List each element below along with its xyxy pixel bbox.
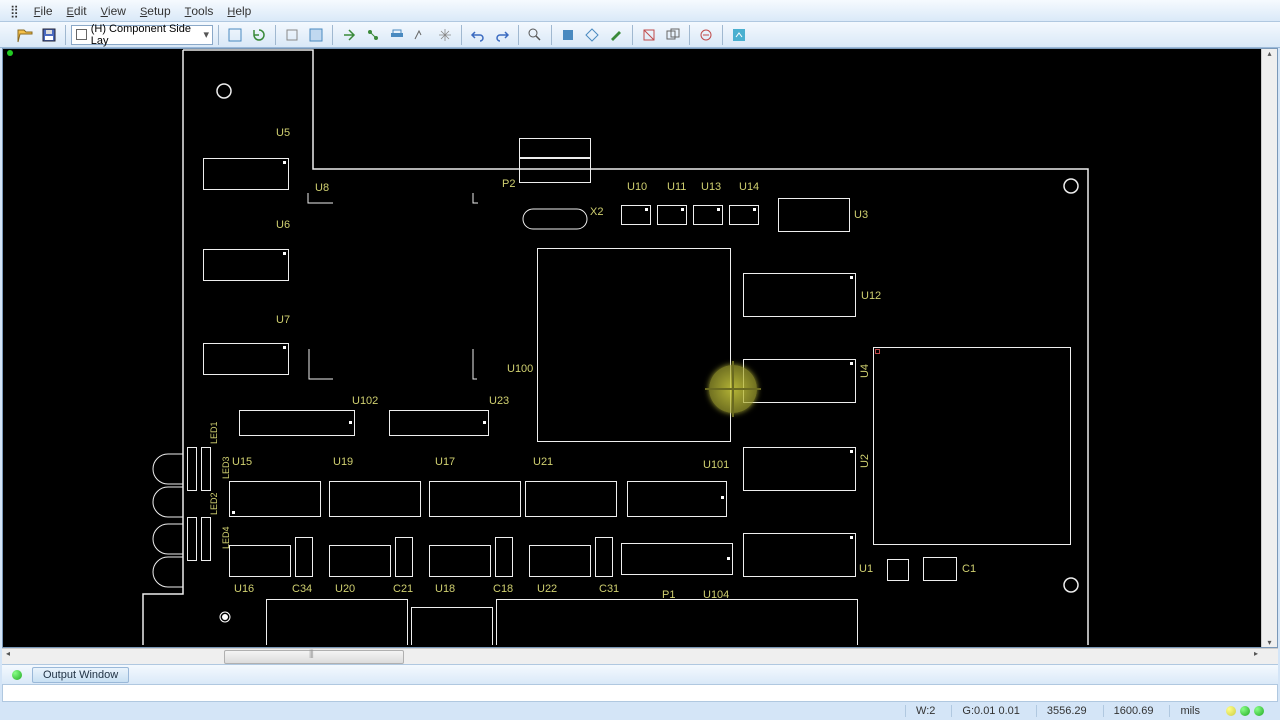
menu-edit[interactable]: Edit [67, 4, 87, 18]
status-grid: G:0.01 0.01 [951, 705, 1030, 717]
horizontal-scrollbar[interactable] [2, 648, 1278, 664]
comp-u12[interactable] [743, 273, 856, 317]
layer-select[interactable]: (H) Component Side Lay [71, 25, 213, 45]
undo-button[interactable] [467, 24, 489, 46]
output-led-icon [12, 670, 22, 680]
toolbar-grip: ⣿ [10, 4, 16, 18]
comp-u18[interactable] [429, 545, 491, 577]
comp-u2[interactable] [743, 447, 856, 491]
pcb-canvas[interactable]: U5 U6 U7 U8 P2 X2 U10 U11 U13 U14 U3 U10… [2, 48, 1278, 648]
open-button[interactable] [14, 24, 36, 46]
tool-btn-12[interactable] [638, 24, 660, 46]
tool-btn-5[interactable] [362, 24, 384, 46]
output-window-bar: Output Window [2, 664, 1278, 684]
comp-c18[interactable] [495, 537, 513, 577]
menubar: ⣿ File Edit View Setup Tools Help [0, 0, 1280, 22]
comp-u7[interactable] [203, 343, 289, 375]
comp-p2b[interactable] [519, 158, 591, 183]
comp-u1[interactable] [887, 559, 909, 581]
comp-u21[interactable] [525, 481, 617, 517]
comp-big[interactable] [873, 347, 1071, 545]
led3-pkg[interactable] [201, 447, 211, 491]
tool-btn-13[interactable] [662, 24, 684, 46]
output-window-button[interactable]: Output Window [32, 667, 129, 683]
pin1-marker [875, 349, 880, 354]
comp-u13[interactable] [693, 205, 723, 225]
comp-c34[interactable] [295, 537, 313, 577]
hscroll-thumb[interactable] [224, 650, 404, 664]
comp-u3[interactable] [778, 198, 850, 232]
comp-u104[interactable] [621, 543, 733, 575]
comp-u102[interactable] [239, 410, 355, 436]
comp-u17[interactable] [429, 481, 521, 517]
tool-btn-2[interactable] [281, 24, 303, 46]
tool-btn-11[interactable] [605, 24, 627, 46]
comp-u6[interactable] [203, 249, 289, 281]
comp-u19[interactable] [329, 481, 421, 517]
tool-btn-3[interactable] [305, 24, 327, 46]
status-y: 1600.69 [1103, 705, 1164, 717]
layer-swatch [76, 29, 87, 40]
tool-btn-4[interactable] [338, 24, 360, 46]
comp-u14[interactable] [729, 205, 759, 225]
toolbar: (H) Component Side Lay [0, 22, 1280, 48]
comp-u5[interactable] [203, 158, 289, 190]
comp-p2a[interactable] [519, 138, 591, 158]
comp-u10[interactable] [621, 205, 651, 225]
tool-btn-9[interactable] [557, 24, 579, 46]
cursor-highlight [709, 365, 757, 413]
status-x: 3556.29 [1036, 705, 1097, 717]
comp-u20[interactable] [329, 545, 391, 577]
menu-setup[interactable]: Setup [140, 4, 171, 18]
comp-u11[interactable] [657, 205, 687, 225]
tool-btn-7[interactable] [410, 24, 432, 46]
command-input[interactable] [2, 684, 1278, 702]
zoom-button[interactable] [524, 24, 546, 46]
status-leds [1216, 706, 1274, 716]
status-units: mils [1169, 705, 1210, 717]
comp-u4[interactable] [743, 359, 856, 403]
comp-c21[interactable] [395, 537, 413, 577]
menu-file[interactable]: File [34, 4, 53, 18]
status-led-1[interactable] [1226, 706, 1236, 716]
led4-pkg[interactable] [201, 517, 211, 561]
comp-u1b[interactable] [743, 533, 856, 577]
tool-btn-8[interactable] [434, 24, 456, 46]
vertical-scrollbar[interactable] [1261, 49, 1277, 647]
comp-u15[interactable] [229, 481, 321, 517]
layer-select-label: (H) Component Side Lay [91, 23, 208, 47]
menu-help[interactable]: Help [227, 4, 251, 18]
tool-btn-15[interactable] [728, 24, 750, 46]
status-width: W:2 [905, 705, 945, 717]
menu-tools[interactable]: Tools [185, 4, 214, 18]
save-button[interactable] [38, 24, 60, 46]
redo-button[interactable] [491, 24, 513, 46]
status-led-3[interactable] [1254, 706, 1264, 716]
tool-btn-1[interactable] [224, 24, 246, 46]
comp-p1b[interactable] [411, 607, 493, 645]
menu-view[interactable]: View [101, 4, 126, 18]
comp-p1c[interactable] [496, 599, 858, 645]
status-led-2[interactable] [1240, 706, 1250, 716]
comp-c31[interactable] [595, 537, 613, 577]
comp-u16[interactable] [229, 545, 291, 577]
comp-c1[interactable] [923, 557, 957, 581]
comp-p1a[interactable] [266, 599, 408, 645]
comp-u23[interactable] [389, 410, 489, 436]
comp-u100[interactable] [537, 248, 731, 442]
tool-btn-10[interactable] [581, 24, 603, 46]
statusbar: W:2 G:0.01 0.01 3556.29 1600.69 mils [0, 702, 1280, 720]
refresh-button[interactable] [248, 24, 270, 46]
comp-u101[interactable] [627, 481, 727, 517]
tool-btn-6[interactable] [386, 24, 408, 46]
comp-u22[interactable] [529, 545, 591, 577]
tool-btn-14[interactable] [695, 24, 717, 46]
led2-pkg[interactable] [187, 517, 197, 561]
led1-pkg[interactable] [187, 447, 197, 491]
